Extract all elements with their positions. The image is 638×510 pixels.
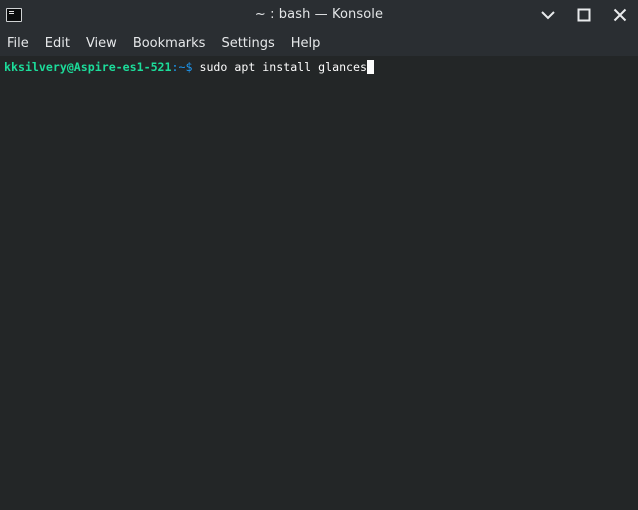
minimize-button[interactable] xyxy=(539,6,557,24)
prompt-user-host: kksilvery@Aspire-es1-521 xyxy=(4,60,172,74)
prompt-line: kksilvery@Aspire-es1-521:~$ sudo apt ins… xyxy=(4,59,374,75)
prompt-path: :~$ xyxy=(171,60,193,74)
terminal-area[interactable]: kksilvery@Aspire-es1-521:~$ sudo apt ins… xyxy=(0,56,638,510)
text-cursor xyxy=(367,60,374,74)
close-icon xyxy=(613,8,627,22)
menu-edit[interactable]: Edit xyxy=(37,31,78,56)
maximize-icon xyxy=(577,8,591,22)
menu-view[interactable]: View xyxy=(78,31,125,56)
menu-help[interactable]: Help xyxy=(283,31,329,56)
menu-bar: File Edit View Bookmarks Settings Help xyxy=(0,31,638,56)
title-bar[interactable]: ~ : bash — Konsole xyxy=(0,0,638,31)
menu-settings[interactable]: Settings xyxy=(213,31,282,56)
menu-bookmarks[interactable]: Bookmarks xyxy=(125,31,214,56)
konsole-window: ~ : bash — Konsole File Edit View Bookma… xyxy=(0,0,638,510)
command-text: sudo apt install glances xyxy=(192,60,367,74)
maximize-button[interactable] xyxy=(575,6,593,24)
close-button[interactable] xyxy=(611,6,629,24)
menu-file[interactable]: File xyxy=(0,31,37,56)
minimize-icon xyxy=(541,11,555,20)
